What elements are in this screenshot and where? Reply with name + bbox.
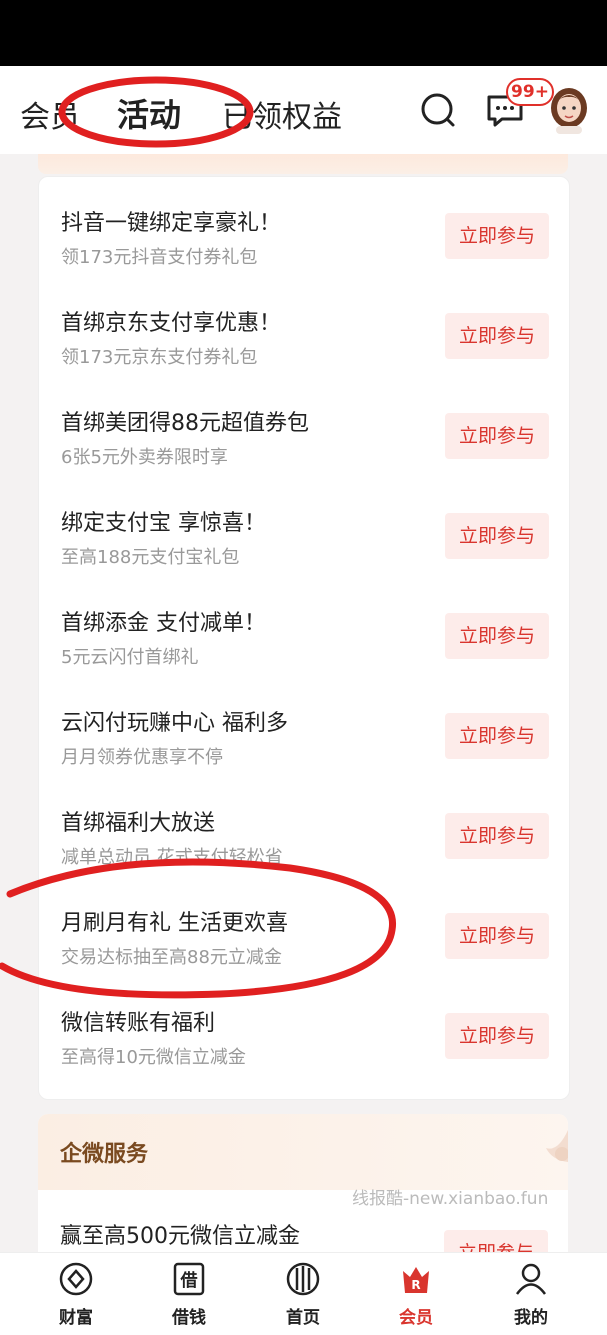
activity-row: 首绑美团得88元超值券包 6张5元外卖券限时享 立即参与 bbox=[39, 377, 569, 477]
nav-member[interactable]: R 会员 bbox=[371, 1253, 461, 1335]
section-title: 企微服务 bbox=[60, 1142, 149, 1167]
join-button[interactable]: 立即参与 bbox=[445, 913, 549, 959]
svg-text:R: R bbox=[411, 1278, 420, 1292]
wealth-icon bbox=[59, 1262, 93, 1296]
join-button[interactable]: 立即参与 bbox=[445, 413, 549, 459]
page-curl-icon bbox=[546, 1130, 568, 1162]
home-icon bbox=[286, 1262, 320, 1296]
activity-subtitle: 减单总动员 花式支付轻松省 bbox=[61, 847, 283, 868]
member-icon: R bbox=[403, 1267, 429, 1293]
activity-row: 微信转账有福利 至高得10元微信立减金 立即参与 bbox=[39, 977, 569, 1077]
profile-icon bbox=[515, 1263, 547, 1295]
activity-row: 月刷月有礼 生活更欢喜 交易达标抽至高88元立减金 立即参与 bbox=[39, 877, 569, 977]
activity-title: 首绑福利大放送 bbox=[61, 811, 216, 836]
nav-label: 财富 bbox=[59, 1308, 93, 1328]
join-button[interactable]: 立即参与 bbox=[445, 1013, 549, 1059]
bottom-nav: 财富 借 借钱 首页 R 会员 我的 bbox=[0, 1252, 607, 1335]
tab-member[interactable]: 会员 bbox=[20, 92, 80, 136]
header: 会员 活动 已领权益 99+ bbox=[0, 66, 607, 154]
activity-subtitle: 至高得10元微信立减金 bbox=[61, 1047, 246, 1068]
activity-row: 云闪付玩赚中心 福利多 月月领券优惠享不停 立即参与 bbox=[39, 677, 569, 777]
activity-subtitle: 交易达标抽至高88元立减金 bbox=[61, 947, 282, 968]
activity-row: 绑定支付宝 享惊喜！ 至高188元支付宝礼包 立即参与 bbox=[39, 477, 569, 577]
promo-banner-edge bbox=[38, 154, 568, 174]
nav-label: 会员 bbox=[399, 1308, 433, 1328]
nav-label: 首页 bbox=[286, 1308, 320, 1328]
activity-title: 月刷月有礼 生活更欢喜 bbox=[61, 911, 288, 936]
activity-subtitle: 领173元京东支付券礼包 bbox=[61, 347, 258, 368]
join-button[interactable]: 立即参与 bbox=[445, 513, 549, 559]
join-button[interactable]: 立即参与 bbox=[445, 213, 549, 259]
activity-subtitle: 领173元抖音支付券礼包 bbox=[61, 247, 258, 268]
activity-row: 首绑福利大放送 减单总动员 花式支付轻松省 立即参与 bbox=[39, 777, 569, 877]
nav-wealth[interactable]: 财富 bbox=[31, 1253, 121, 1335]
activity-title: 首绑美团得88元超值券包 bbox=[61, 411, 309, 436]
activity-title: 首绑京东支付享优惠！ bbox=[61, 311, 282, 336]
activity-subtitle: 至高188元支付宝礼包 bbox=[61, 547, 240, 568]
activity-subtitle: 6张5元外卖券限时享 bbox=[61, 447, 228, 468]
nav-home[interactable]: 首页 bbox=[258, 1253, 348, 1335]
tab-claimed-benefits[interactable]: 已领权益 bbox=[222, 92, 342, 136]
svg-text:借: 借 bbox=[180, 1270, 198, 1291]
avatar[interactable] bbox=[548, 86, 590, 134]
activity-row: 首绑京东支付享优惠！ 领173元京东支付券礼包 立即参与 bbox=[39, 277, 569, 377]
activity-title: 云闪付玩赚中心 福利多 bbox=[61, 711, 288, 736]
activity-title: 绑定支付宝 享惊喜！ bbox=[61, 511, 266, 536]
activity-title: 首绑添金 支付减单！ bbox=[61, 611, 266, 636]
join-button[interactable]: 立即参与 bbox=[445, 713, 549, 759]
join-button[interactable]: 立即参与 bbox=[445, 813, 549, 859]
nav-profile[interactable]: 我的 bbox=[486, 1253, 576, 1335]
join-button[interactable]: 立即参与 bbox=[445, 313, 549, 359]
join-button[interactable]: 立即参与 bbox=[445, 613, 549, 659]
activity-row: 首绑添金 支付减单！ 5元云闪付首绑礼 立即参与 bbox=[39, 577, 569, 677]
activity-list: 抖音一键绑定享豪礼！ 领173元抖音支付券礼包 立即参与 首绑京东支付享优惠！ … bbox=[38, 176, 570, 1100]
activity-title: 赢至高500元微信立减金 bbox=[60, 1224, 300, 1249]
activity-title: 抖音一键绑定享豪礼！ bbox=[61, 211, 282, 236]
section-header: 企微服务 bbox=[38, 1114, 568, 1190]
message-badge: 99+ bbox=[506, 78, 554, 106]
borrow-icon: 借 bbox=[173, 1262, 205, 1296]
watermark: 线报酷-new.xianbao.fun bbox=[352, 1189, 549, 1209]
nav-borrow[interactable]: 借 借钱 bbox=[144, 1253, 234, 1335]
tab-activities[interactable]: 活动 bbox=[117, 90, 181, 136]
activity-subtitle: 月月领券优惠享不停 bbox=[61, 747, 223, 768]
nav-label: 我的 bbox=[514, 1308, 548, 1328]
status-bar bbox=[0, 0, 607, 66]
activity-title: 微信转账有福利 bbox=[61, 1011, 216, 1036]
activity-subtitle: 5元云闪付首绑礼 bbox=[61, 647, 199, 668]
nav-label: 借钱 bbox=[172, 1308, 206, 1328]
activity-row: 抖音一键绑定享豪礼！ 领173元抖音支付券礼包 立即参与 bbox=[39, 177, 569, 277]
search-icon[interactable] bbox=[420, 92, 456, 128]
